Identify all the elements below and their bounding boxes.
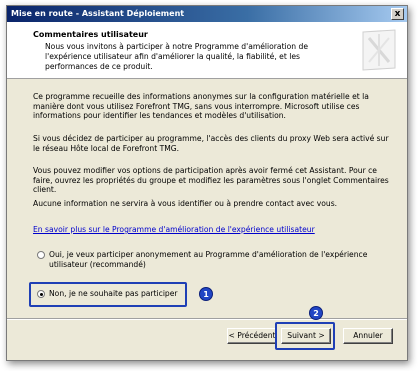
wizard-header: Commentaires utilisateur Nous vous invit…	[7, 22, 407, 79]
step-badge-2: 2	[309, 306, 323, 320]
close-icon: x	[394, 9, 401, 19]
forefront-logo-icon	[362, 29, 396, 71]
step-badge-1: 1	[199, 287, 213, 301]
title-bar: Mise en route - Assistant Déploiement x	[7, 6, 407, 22]
cancel-button[interactable]: Annuler	[343, 328, 393, 344]
page-subtitle: Nous vous invitons à participer à notre …	[45, 42, 309, 71]
close-button[interactable]: x	[391, 8, 404, 20]
description-paragraph-2: Si vous décidez de participer au program…	[33, 134, 389, 153]
radio-participate-no-label[interactable]: Non, je ne souhaite pas participer	[49, 289, 189, 299]
radio-participate-no[interactable]	[37, 290, 45, 298]
description-paragraph-1: Ce programme recueille des informations …	[33, 92, 369, 120]
description-paragraph-4: Aucune information ne servira à vous ide…	[33, 199, 338, 208]
back-button[interactable]: < Précédent	[227, 328, 277, 344]
next-button[interactable]: Suivant >	[281, 328, 331, 344]
learn-more-link[interactable]: En savoir plus sur le Programme d'amélio…	[33, 225, 391, 235]
window-title: Mise en route - Assistant Déploiement	[11, 9, 185, 18]
description-paragraph-3: Vous pouvez modifier vos options de part…	[33, 166, 389, 194]
radio-participate-yes-label[interactable]: Oui, je veux participer anonymement au P…	[49, 250, 379, 269]
radio-participate-yes[interactable]	[37, 251, 45, 259]
page-title: Commentaires utilisateur	[33, 30, 148, 39]
footer-separator	[7, 318, 407, 320]
wizard-window: Mise en route - Assistant Déploiement x …	[6, 5, 408, 361]
